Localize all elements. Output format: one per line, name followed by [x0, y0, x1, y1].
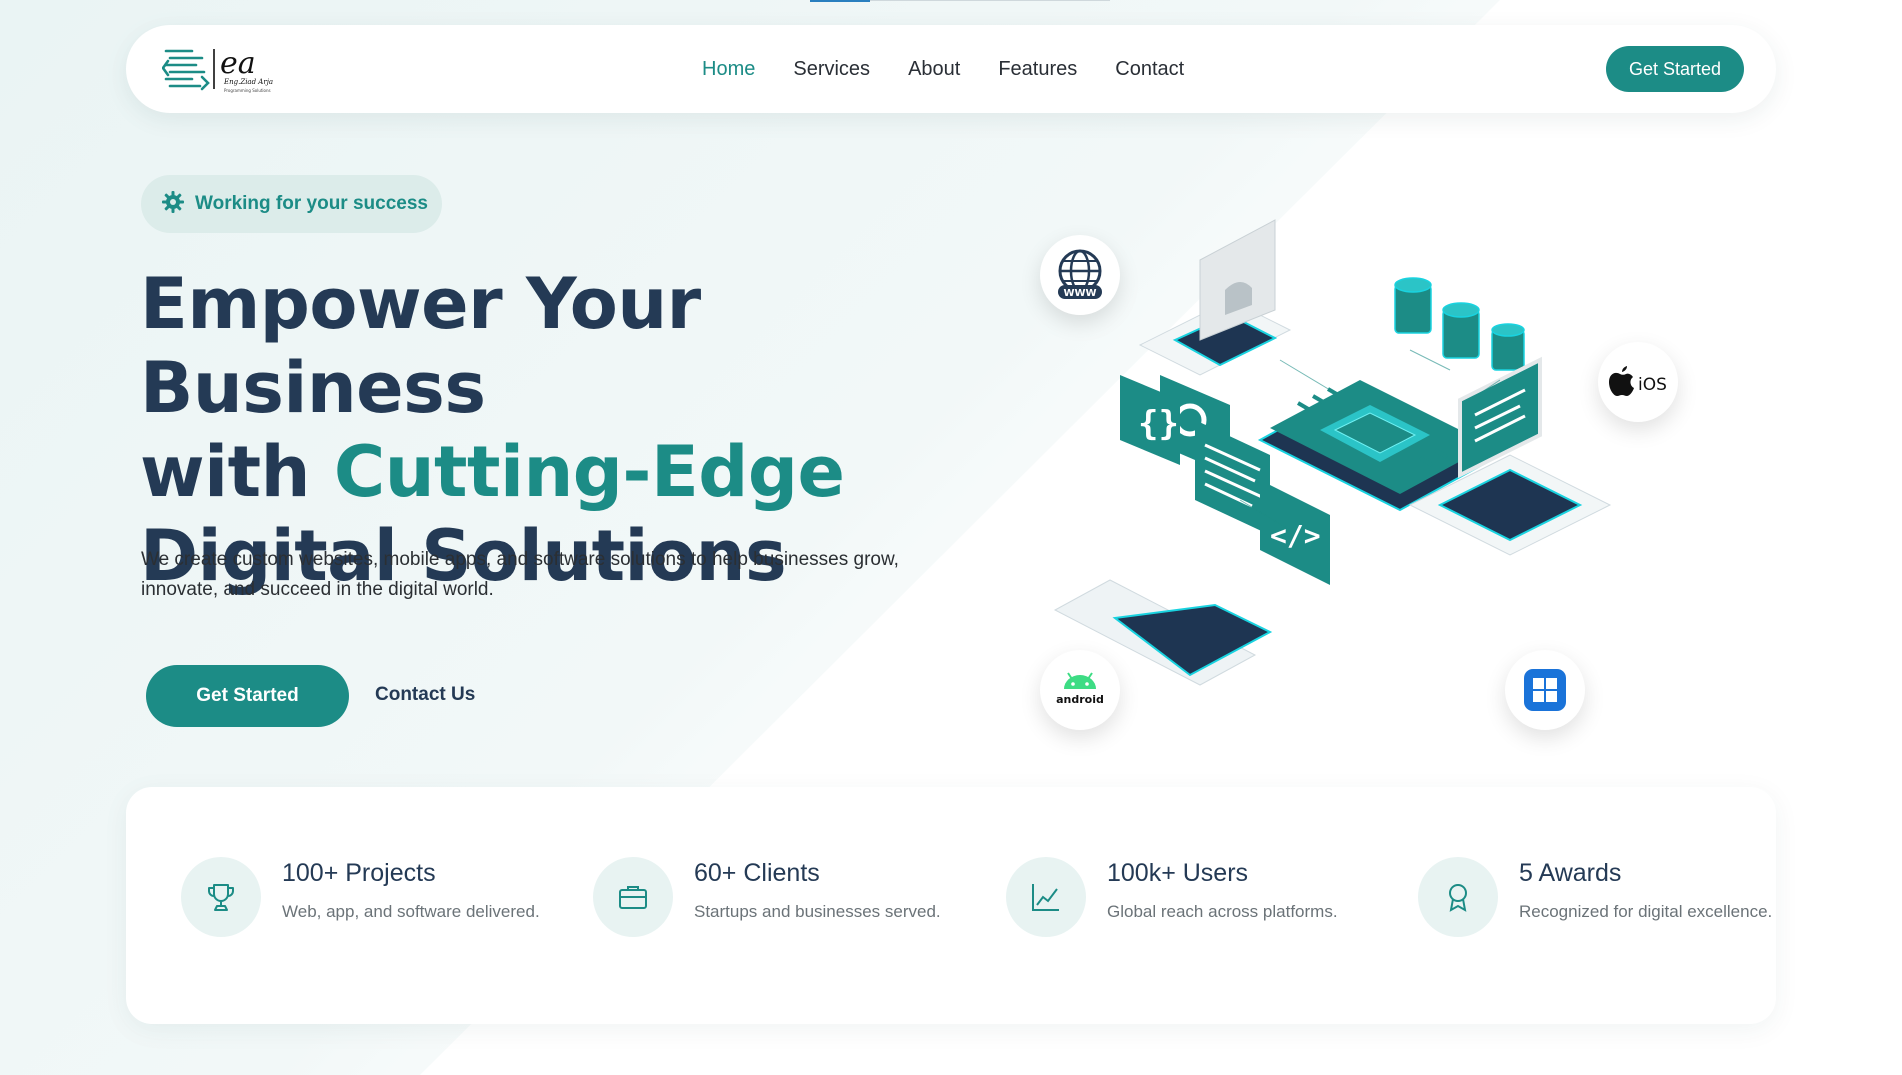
platform-top-left: [1138, 219, 1292, 376]
gear-icon: [161, 190, 185, 219]
stat-awards: 5 Awards Recognized for digital excellen…: [1418, 857, 1798, 957]
chart-line-icon: [1006, 857, 1086, 937]
nav-get-started-button[interactable]: Get Started: [1606, 46, 1744, 92]
stat-description: Startups and businesses served.: [694, 902, 941, 921]
apple-icon: iOS: [1609, 366, 1667, 396]
svg-text:{}: {}: [1138, 404, 1179, 444]
nav-links: Home Services About Features Contact: [702, 25, 1222, 113]
hero-get-started-button[interactable]: Get Started: [146, 665, 349, 727]
hero-badge: Working for your success: [141, 175, 442, 233]
hero-contact-us-link[interactable]: Contact Us: [375, 684, 475, 706]
hero-title-accent: Cutting-Edge: [333, 431, 845, 513]
android-icon: android: [1056, 672, 1104, 706]
top-scroll-indicator: [810, 0, 870, 2]
nav-home[interactable]: Home: [702, 58, 755, 81]
stats-card: 100+ Projects Web, app, and software del…: [126, 787, 1776, 1024]
stat-title: 5 Awards: [1519, 859, 1622, 887]
svg-text:android: android: [1056, 693, 1104, 706]
svg-text:Programming Solutions: Programming Solutions: [224, 88, 271, 93]
nav-features[interactable]: Features: [998, 58, 1077, 81]
stat-description: Recognized for digital excellence.: [1519, 902, 1773, 921]
stat-clients: 60+ Clients Startups and businesses serv…: [593, 857, 973, 957]
hero-title-line1: Empower Your Business: [140, 263, 701, 429]
svg-text:iOS: iOS: [1638, 375, 1667, 395]
stat-description: Global reach across platforms.: [1107, 902, 1338, 921]
hero-illustration: {} </> WWW iOS android: [1030, 200, 1730, 760]
globe-icon: WWW: [1058, 249, 1102, 299]
stat-projects: 100+ Projects Web, app, and software del…: [181, 857, 561, 957]
code-panels: {} </>: [1120, 375, 1330, 585]
award-icon: [1418, 857, 1498, 937]
nav-contact[interactable]: Contact: [1115, 58, 1184, 81]
windows-platform-badge: [1505, 650, 1585, 730]
nav-services[interactable]: Services: [793, 58, 870, 81]
hero-description: We create custom websites, mobile apps, …: [141, 549, 899, 600]
hero-title-with: with: [140, 431, 334, 513]
hero-badge-text: Working for your success: [195, 193, 428, 214]
isometric-tech-illustration: {} </>: [1053, 219, 1612, 686]
stat-title: 100k+ Users: [1107, 859, 1249, 887]
android-platform-badge: android: [1040, 650, 1120, 730]
stat-description: Web, app, and software delivered.: [282, 902, 540, 921]
brand-logo[interactable]: ea Eng.Ziad Arja Programming Solutions: [161, 43, 312, 95]
web-platform-badge: WWW: [1040, 235, 1120, 315]
briefcase-icon: [593, 857, 673, 937]
svg-text:WWW: WWW: [1063, 288, 1096, 299]
windows-icon: [1524, 669, 1566, 711]
ios-platform-badge: iOS: [1598, 342, 1678, 422]
svg-text:Eng.Ziad Arja: Eng.Ziad Arja: [223, 78, 273, 86]
logo-mark: ea: [220, 46, 256, 81]
trophy-icon: [181, 857, 261, 937]
database-stack: [1394, 277, 1525, 371]
navbar: ea Eng.Ziad Arja Programming Solutions H…: [126, 25, 1776, 113]
top-scroll-track: [870, 0, 1110, 1]
nav-about[interactable]: About: [908, 58, 960, 81]
stat-users: 100k+ Users Global reach across platform…: [1006, 857, 1386, 957]
svg-text:</>: </>: [1270, 519, 1321, 552]
stat-title: 100+ Projects: [282, 859, 436, 887]
stat-title: 60+ Clients: [694, 859, 820, 887]
